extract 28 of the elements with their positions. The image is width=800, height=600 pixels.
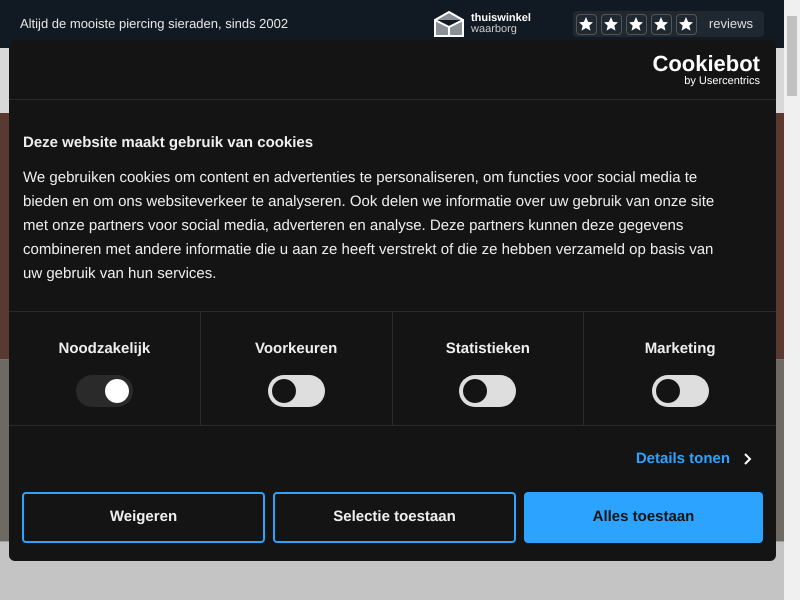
details-link[interactable]: Details tonen: [636, 448, 752, 470]
star-icon: [579, 17, 594, 31]
dialog-text: We gebruiken cookies om content en advertenties te personaliseren, om functies voor social media te bieden en om ons websiteverkeer te analyseren. Ook delen we informatie over uw gebruik van onze site met onze partners voor social media, adverteren en analyse. Deze partners kunnen deze gegevens combineren met andere informatie die u aan ze heeft verstrekt of die ze hebben verzameld op basis van uw gebruik van hun services.: [23, 168, 716, 284]
box-icon: [433, 10, 466, 38]
consent-button[interactable]: Weigeren: [22, 492, 265, 543]
category-label: Marketing: [644, 339, 716, 359]
brand-name: thuiswinkel: [471, 13, 531, 24]
category-label: Voorkeuren: [255, 339, 338, 359]
brand-tagline: by Usercentrics: [684, 74, 760, 86]
brand-sub: waarborg: [471, 24, 518, 35]
rating-badge[interactable]: reviews: [572, 11, 764, 37]
reviews-label: reviews: [708, 15, 754, 34]
star-icon: [654, 17, 668, 31]
star-icon: [629, 17, 644, 31]
dialog-title: Deze website maakt gebruik van cookies: [23, 133, 314, 153]
consent-button[interactable]: Selectie toestaan: [273, 492, 516, 543]
star-icon: [604, 17, 618, 31]
category-label: Statistieken: [446, 339, 530, 359]
scrollbar[interactable]: [784, 0, 800, 600]
chevron-icon: [744, 453, 752, 465]
star-icon: [679, 17, 694, 31]
category-label: Noodzakelijk: [58, 339, 150, 359]
consent-button[interactable]: Alles toestaan: [524, 492, 763, 543]
toggle-switch[interactable]: [459, 374, 516, 406]
toggle-switch[interactable]: [652, 374, 709, 406]
brand-logo: Cookiebot: [652, 52, 760, 74]
tagline: Altijd de mooiste piercing sieraden, sinds 2002: [20, 15, 290, 34]
toggle-switch[interactable]: [268, 374, 325, 406]
